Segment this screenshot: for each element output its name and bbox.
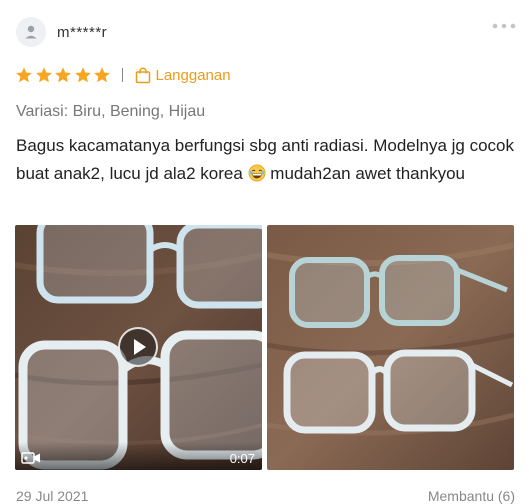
review-photo-thumbnail[interactable] [267, 225, 514, 470]
video-duration: 0:07 [229, 451, 255, 466]
rating-row: Langganan [15, 64, 231, 86]
review-card: m*****r Langganan Variasi: Biru, Bening,… [0, 0, 529, 504]
shopping-bag-icon [135, 67, 150, 83]
avatar[interactable] [16, 17, 46, 47]
comment-text-end: mudah2an awet thankyou [265, 164, 465, 183]
star-icon [55, 67, 71, 83]
star-icon [94, 67, 110, 83]
review-date: 29 Jul 2021 [16, 488, 89, 504]
star-icon [35, 67, 52, 83]
review-video-thumbnail[interactable]: 0:07 [15, 225, 262, 470]
glasses-photo-image [267, 225, 514, 470]
star-rating [15, 66, 113, 84]
star-icon [16, 67, 32, 83]
user-icon [25, 25, 37, 39]
video-camera-icon [21, 452, 40, 464]
review-comment: Bagus kacamatanya berfungsi sbg anti rad… [16, 132, 516, 188]
laughing-emoji-icon [248, 164, 266, 182]
variant-info: Variasi: Biru, Bening, Hijau [16, 103, 206, 120]
helpful-button[interactable]: Membantu (6) [428, 488, 515, 504]
more-horizontal-icon [492, 23, 516, 29]
video-overlay-bar: 0:07 [15, 442, 262, 470]
star-icon [74, 67, 91, 83]
play-icon [134, 339, 146, 355]
badge-label: Langganan [155, 66, 231, 84]
reviewer-username: m*****r [57, 24, 108, 41]
rating-divider [121, 68, 123, 82]
play-button[interactable] [118, 327, 158, 367]
subscriber-badge: Langganan [135, 67, 231, 84]
more-options-button[interactable] [491, 18, 517, 34]
